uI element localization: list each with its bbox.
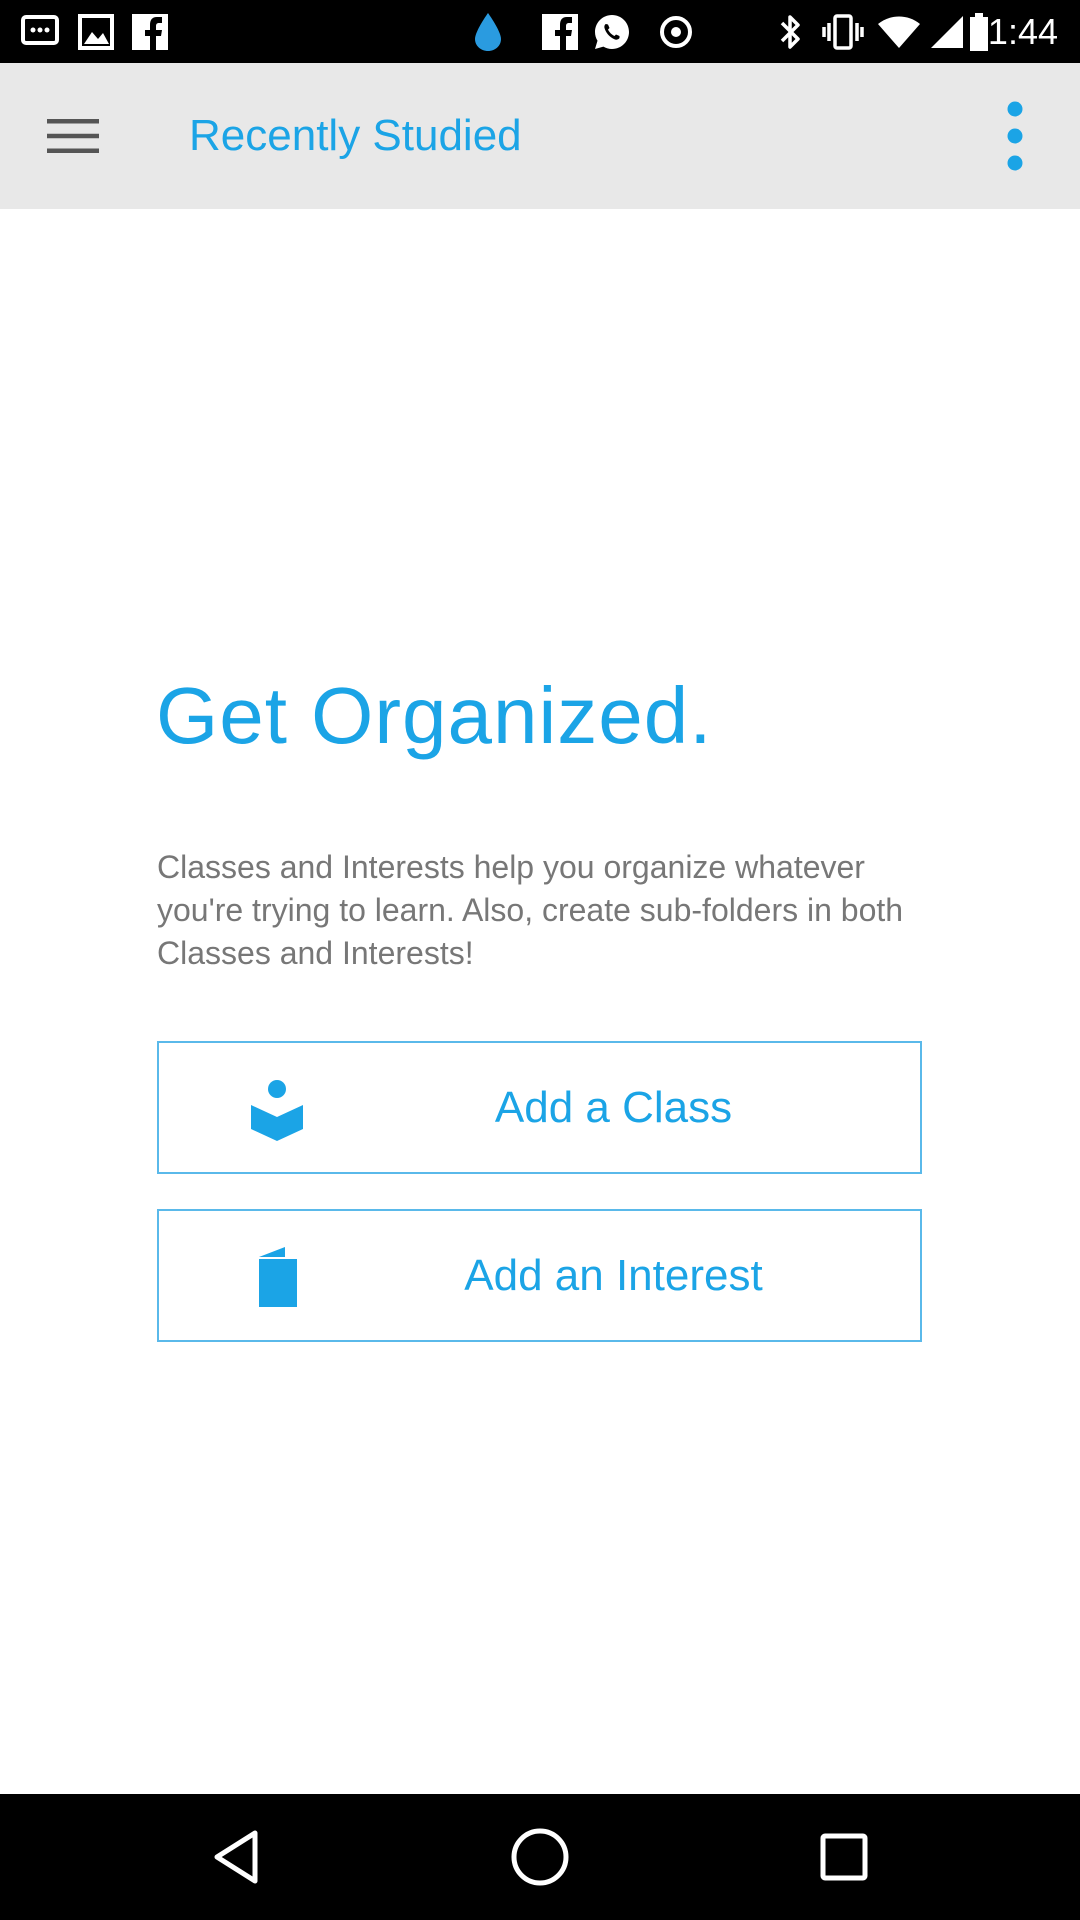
add-interest-button[interactable]: Add an Interest <box>157 1209 922 1342</box>
status-bar: 1:44 <box>0 0 1080 63</box>
wifi-icon <box>876 10 922 54</box>
facebook-icon <box>130 10 170 54</box>
signal-icon <box>928 10 966 54</box>
home-button[interactable] <box>500 1817 580 1897</box>
add-class-button[interactable]: Add a Class <box>157 1041 922 1174</box>
navigation-bar <box>0 1794 1080 1920</box>
menu-button[interactable] <box>30 93 116 179</box>
image-icon <box>74 10 118 54</box>
circle-icon <box>656 10 696 54</box>
recents-icon <box>820 1833 868 1881</box>
status-time: 1:44 <box>987 11 1058 52</box>
water-drop-icon <box>468 10 508 54</box>
bluetooth-icon <box>774 10 808 54</box>
add-class-label: Add a Class <box>494 1083 733 1132</box>
facebook-icon <box>540 10 580 54</box>
description-text: Classes and Interests help you organize … <box>157 849 904 971</box>
back-icon <box>214 1830 258 1884</box>
battery-icon <box>968 10 990 54</box>
add-interest-label: Add an Interest <box>464 1251 763 1300</box>
get-organized-heading: Get Organized. <box>156 671 713 760</box>
whatsapp-icon <box>590 10 634 54</box>
vibrate-icon <box>820 10 866 54</box>
interest-icon <box>259 1247 297 1307</box>
recents-button[interactable] <box>804 1817 884 1897</box>
hamburger-menu-icon <box>47 119 99 153</box>
more-vertical-icon <box>1007 101 1023 171</box>
back-button[interactable] <box>196 1817 276 1897</box>
page-title: Recently Studied <box>189 111 522 160</box>
app-bar: Recently Studied <box>0 63 1080 209</box>
home-icon <box>511 1828 569 1886</box>
notification-icon <box>18 10 62 54</box>
class-icon <box>251 1080 303 1141</box>
more-options-button[interactable] <box>972 93 1058 179</box>
